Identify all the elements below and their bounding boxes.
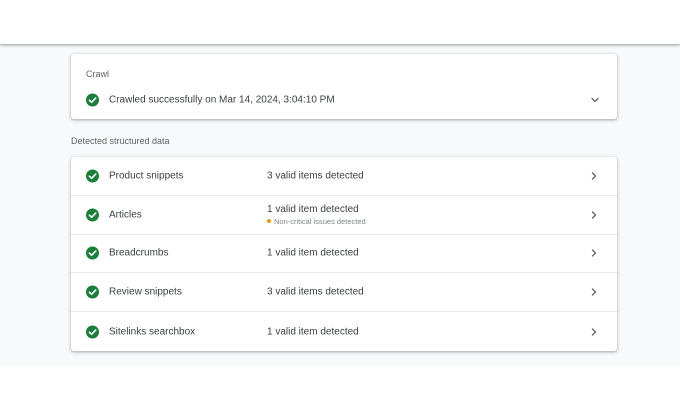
chevron-right-icon[interactable] [589,171,599,181]
item-name: Breadcrumbs [109,247,169,259]
item-status: 1 valid item detected [267,326,359,338]
list-item-articles[interactable]: Articles 1 valid item detected Non-criti… [71,196,617,235]
item-name: Review snippets [109,286,182,298]
crawl-card: Crawl Crawled successfully on Mar 14, 20… [71,54,617,119]
item-warning: Non-critical issues detected [267,217,366,226]
item-name: Product snippets [109,170,184,182]
chevron-right-icon[interactable] [589,248,599,258]
item-status: 3 valid items detected [267,170,364,182]
structured-data-list: Product snippets 3 valid items detected … [71,157,617,351]
crawl-status-text: Crawled successfully on Mar 14, 2024, 3:… [109,94,335,106]
main-content: Crawl Crawled successfully on Mar 14, 20… [0,44,680,366]
chevron-right-icon[interactable] [589,287,599,297]
top-app-bar [0,0,680,44]
crawl-status-row[interactable]: Crawled successfully on Mar 14, 2024, 3:… [71,92,617,108]
list-item-product-snippets[interactable]: Product snippets 3 valid items detected [71,157,617,196]
chevron-down-icon[interactable] [590,95,600,105]
item-name: Articles [109,209,142,221]
check-circle-icon [86,285,99,299]
item-status: 3 valid items detected [267,286,364,298]
item-warning-text: Non-critical issues detected [274,216,366,226]
crawl-heading: Crawl [86,69,110,79]
chevron-right-icon[interactable] [589,327,599,337]
item-status: 1 valid item detected [267,203,359,215]
warning-dot-icon [267,219,271,224]
item-status-block: 1 valid item detected Non-critical issue… [267,204,366,226]
check-circle-icon [86,246,99,260]
check-circle-icon [86,93,99,107]
list-item-sitelinks-searchbox[interactable]: Sitelinks searchbox 1 valid item detecte… [71,312,617,351]
item-status: 1 valid item detected [267,247,359,259]
check-circle-icon [86,208,99,222]
detected-structured-data-label: Detected structured data [71,136,170,146]
check-circle-icon [86,169,99,183]
item-name: Sitelinks searchbox [109,326,196,338]
list-item-breadcrumbs[interactable]: Breadcrumbs 1 valid item detected [71,235,617,274]
check-circle-icon [86,325,99,339]
chevron-right-icon[interactable] [589,210,599,220]
list-item-review-snippets[interactable]: Review snippets 3 valid items detected [71,273,617,313]
